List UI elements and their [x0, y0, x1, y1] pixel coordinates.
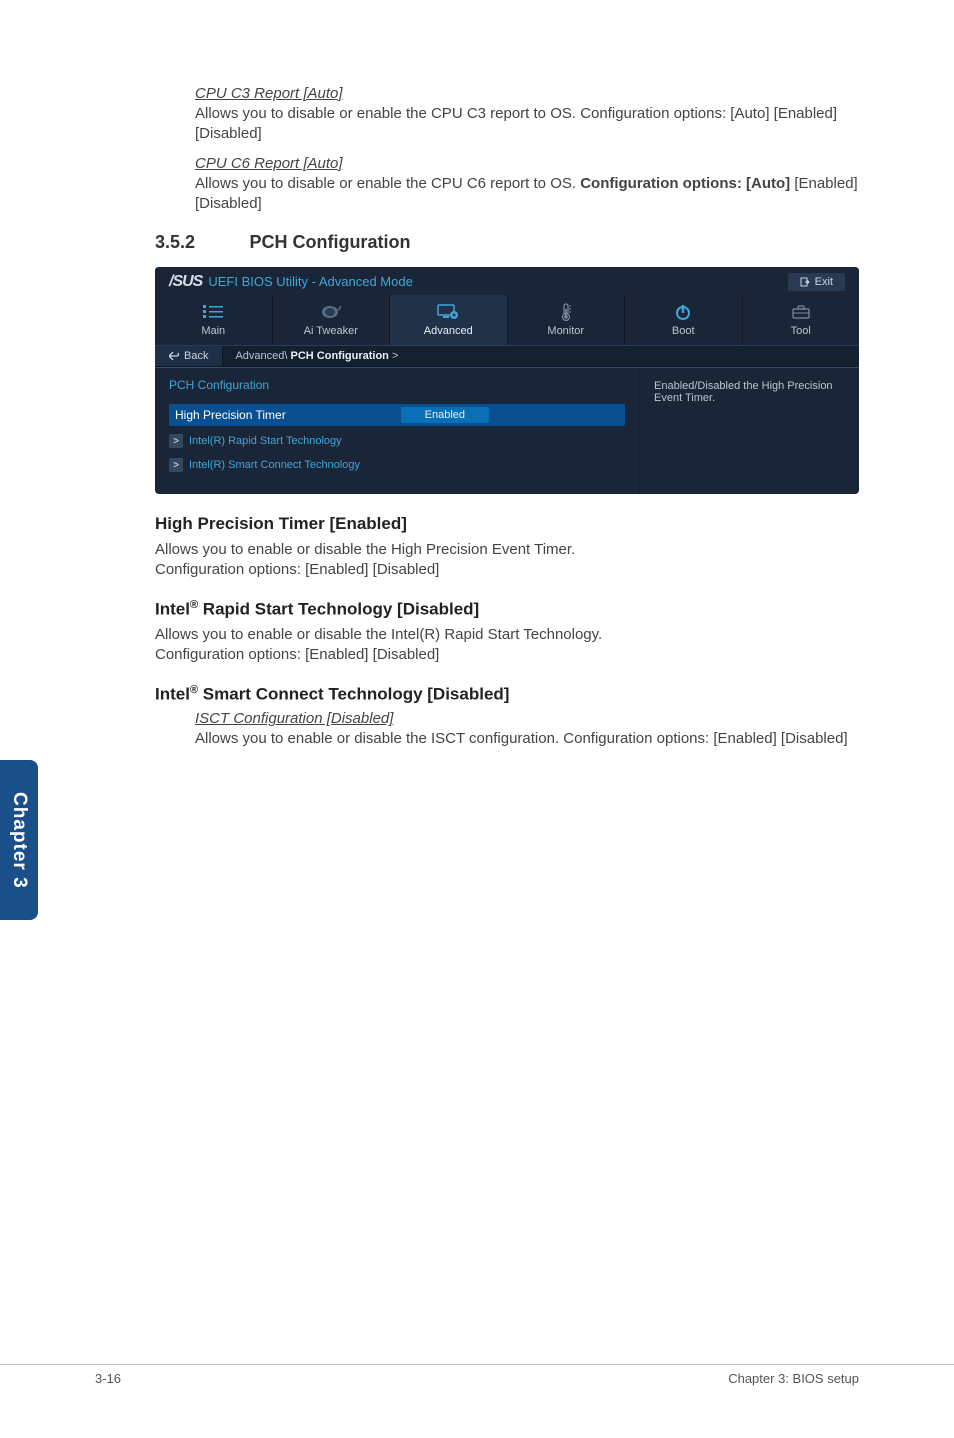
hpt-setting-desc: Allows you to enable or disable the High… — [155, 540, 859, 581]
chevron-icon: > — [169, 434, 183, 448]
rapid-start-row[interactable]: > Intel(R) Rapid Start Technology — [169, 432, 625, 450]
monitor-gear-icon — [390, 301, 507, 323]
breadcrumb-pre: Advanced\ — [235, 350, 290, 362]
section-title: PCH Configuration — [249, 232, 410, 252]
footer-chapter: Chapter 3: BIOS setup — [728, 1371, 859, 1386]
isct-desc: Allows you to enable or disable the ISCT… — [195, 729, 859, 749]
cpu-c6-title: CPU C6 Report [Auto] — [195, 155, 859, 172]
bios-breadcrumb-row: Back Advanced\ PCH Configuration > — [155, 345, 859, 367]
toolbox-icon — [743, 301, 860, 323]
bios-body: PCH Configuration High Precision Timer E… — [155, 367, 859, 494]
bios-logo-row: /SUS UEFI BIOS Utility - Advanced Mode — [169, 273, 413, 291]
page-number: 3-16 — [95, 1371, 121, 1386]
tab-ai-label: Ai Tweaker — [273, 325, 390, 337]
list-icon — [155, 301, 272, 323]
tab-monitor[interactable]: Monitor — [508, 295, 626, 345]
rapid-setting-title: Intel® Rapid Start Technology [Disabled] — [155, 599, 859, 620]
section-number: 3.5.2 — [155, 232, 245, 253]
tab-boot[interactable]: Boot — [625, 295, 743, 345]
bios-help-text: Enabled/Disabled the High Precision Even… — [654, 380, 845, 404]
back-label: Back — [184, 350, 208, 362]
hpt-row[interactable]: High Precision Timer Enabled — [169, 404, 625, 426]
bios-left-panel: PCH Configuration High Precision Timer E… — [155, 368, 639, 494]
hpt-setting-title: High Precision Timer [Enabled] — [155, 514, 859, 534]
rapid-setting-desc: Allows you to enable or disable the Inte… — [155, 625, 859, 666]
rapid-start-label: Intel(R) Rapid Start Technology — [189, 435, 342, 447]
cpu-c6-desc-pre: Allows you to disable or enable the CPU … — [195, 175, 580, 192]
bios-title: UEFI BIOS Utility - Advanced Mode — [208, 274, 412, 289]
thermometer-icon — [508, 301, 625, 323]
bios-tabs: Main Ai Tweaker Advanced Monitor — [155, 295, 859, 345]
smart-setting-title: Intel® Smart Connect Technology [Disable… — [155, 684, 859, 705]
breadcrumb-strong: PCH Configuration — [291, 350, 389, 362]
cpu-c6-block: CPU C6 Report [Auto] Allows you to disab… — [195, 155, 859, 215]
rapid-title-post: Rapid Start Technology [Disabled] — [198, 599, 479, 618]
rapid-title-sup: ® — [190, 599, 198, 611]
smart-connect-row[interactable]: > Intel(R) Smart Connect Technology — [169, 456, 625, 474]
back-arrow-icon — [169, 352, 179, 360]
exit-icon — [800, 277, 810, 287]
rapid-title-pre: Intel — [155, 599, 190, 618]
cpu-c6-desc: Allows you to disable or enable the CPU … — [195, 174, 859, 215]
mouse-icon — [273, 301, 390, 323]
bios-header: /SUS UEFI BIOS Utility - Advanced Mode E… — [155, 267, 859, 295]
smart-title-post: Smart Connect Technology [Disabled] — [198, 684, 509, 703]
isct-block: ISCT Configuration [Disabled] Allows you… — [195, 710, 859, 749]
cpu-c3-title: CPU C3 Report [Auto] — [195, 85, 859, 102]
cpu-c3-desc: Allows you to disable or enable the CPU … — [195, 104, 859, 145]
tab-tool[interactable]: Tool — [743, 295, 860, 345]
back-button[interactable]: Back — [155, 346, 223, 366]
cpu-c3-block: CPU C3 Report [Auto] Allows you to disab… — [195, 85, 859, 145]
chevron-icon: > — [169, 458, 183, 472]
hpt-value[interactable]: Enabled — [401, 407, 489, 423]
bios-help-panel: Enabled/Disabled the High Precision Even… — [639, 368, 859, 494]
breadcrumb: Advanced\ PCH Configuration > — [223, 346, 410, 366]
section-header: 3.5.2 PCH Configuration — [155, 232, 859, 253]
bios-screenshot: /SUS UEFI BIOS Utility - Advanced Mode E… — [155, 267, 859, 494]
pch-config-title: PCH Configuration — [169, 378, 625, 392]
tab-main[interactable]: Main — [155, 295, 273, 345]
tab-advanced-label: Advanced — [390, 325, 507, 337]
asus-logo: /SUS — [169, 273, 202, 291]
tab-monitor-label: Monitor — [508, 325, 625, 337]
exit-label: Exit — [815, 276, 833, 288]
power-icon — [625, 301, 742, 323]
hpt-label: High Precision Timer — [175, 408, 286, 422]
smart-title-pre: Intel — [155, 684, 190, 703]
exit-button[interactable]: Exit — [788, 273, 845, 291]
smart-title-sup: ® — [190, 684, 198, 696]
tab-main-label: Main — [155, 325, 272, 337]
chapter-tab-label: Chapter 3 — [8, 792, 30, 889]
tab-ai-tweaker[interactable]: Ai Tweaker — [273, 295, 391, 345]
chapter-side-tab: Chapter 3 — [0, 760, 38, 920]
page-footer: 3-16 Chapter 3: BIOS setup — [0, 1364, 954, 1386]
tab-advanced[interactable]: Advanced — [390, 295, 508, 345]
isct-title: ISCT Configuration [Disabled] — [195, 710, 859, 727]
cpu-c6-desc-bold: Configuration options: [Auto] — [580, 175, 790, 192]
smart-connect-label: Intel(R) Smart Connect Technology — [189, 459, 360, 471]
breadcrumb-post: > — [389, 350, 398, 362]
tab-tool-label: Tool — [743, 325, 860, 337]
tab-boot-label: Boot — [625, 325, 742, 337]
